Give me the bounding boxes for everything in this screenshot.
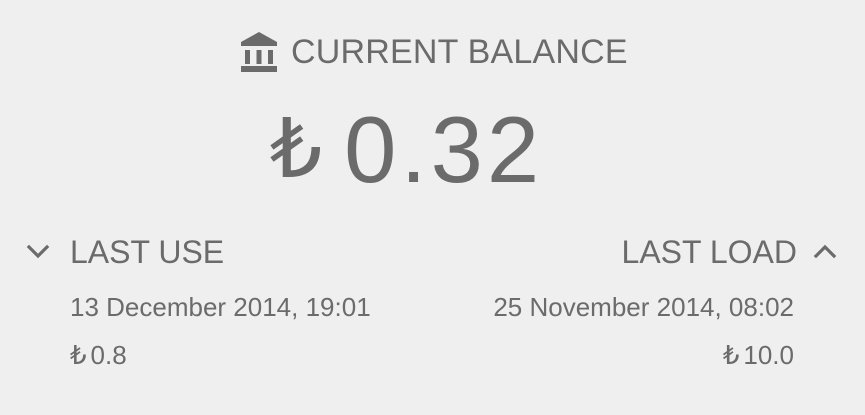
currency-symbol: ₺ bbox=[722, 341, 740, 371]
balance-title: CURRENT BALANCE bbox=[291, 32, 628, 71]
last-load-date: 25 November 2014, 08:02 bbox=[493, 292, 794, 322]
chevron-up-icon[interactable] bbox=[813, 240, 837, 264]
last-use-label: LAST USE bbox=[70, 233, 225, 270]
balance-amount: 0.32 bbox=[344, 97, 544, 202]
last-load-label: LAST LOAD bbox=[621, 233, 797, 270]
currency-symbol: ₺ bbox=[70, 341, 87, 371]
current-balance: ₺ 0.32 bbox=[270, 100, 543, 200]
last-use-amount: 0.8 bbox=[90, 340, 127, 370]
chevron-down-icon[interactable] bbox=[26, 240, 50, 264]
last-use-date: 13 December 2014, 19:01 bbox=[70, 292, 371, 322]
currency-symbol: ₺ bbox=[270, 102, 323, 197]
last-load-amount-row: ₺ 10.0 bbox=[723, 340, 794, 371]
bank-icon bbox=[241, 32, 277, 72]
balance-header: CURRENT BALANCE bbox=[240, 30, 628, 74]
last-load-toggle[interactable]: LAST LOAD bbox=[622, 232, 837, 272]
last-use-amount-row: ₺ 0.8 bbox=[70, 340, 127, 371]
last-load-amount: 10.0 bbox=[743, 340, 794, 370]
last-use-toggle[interactable]: LAST USE bbox=[26, 232, 224, 272]
